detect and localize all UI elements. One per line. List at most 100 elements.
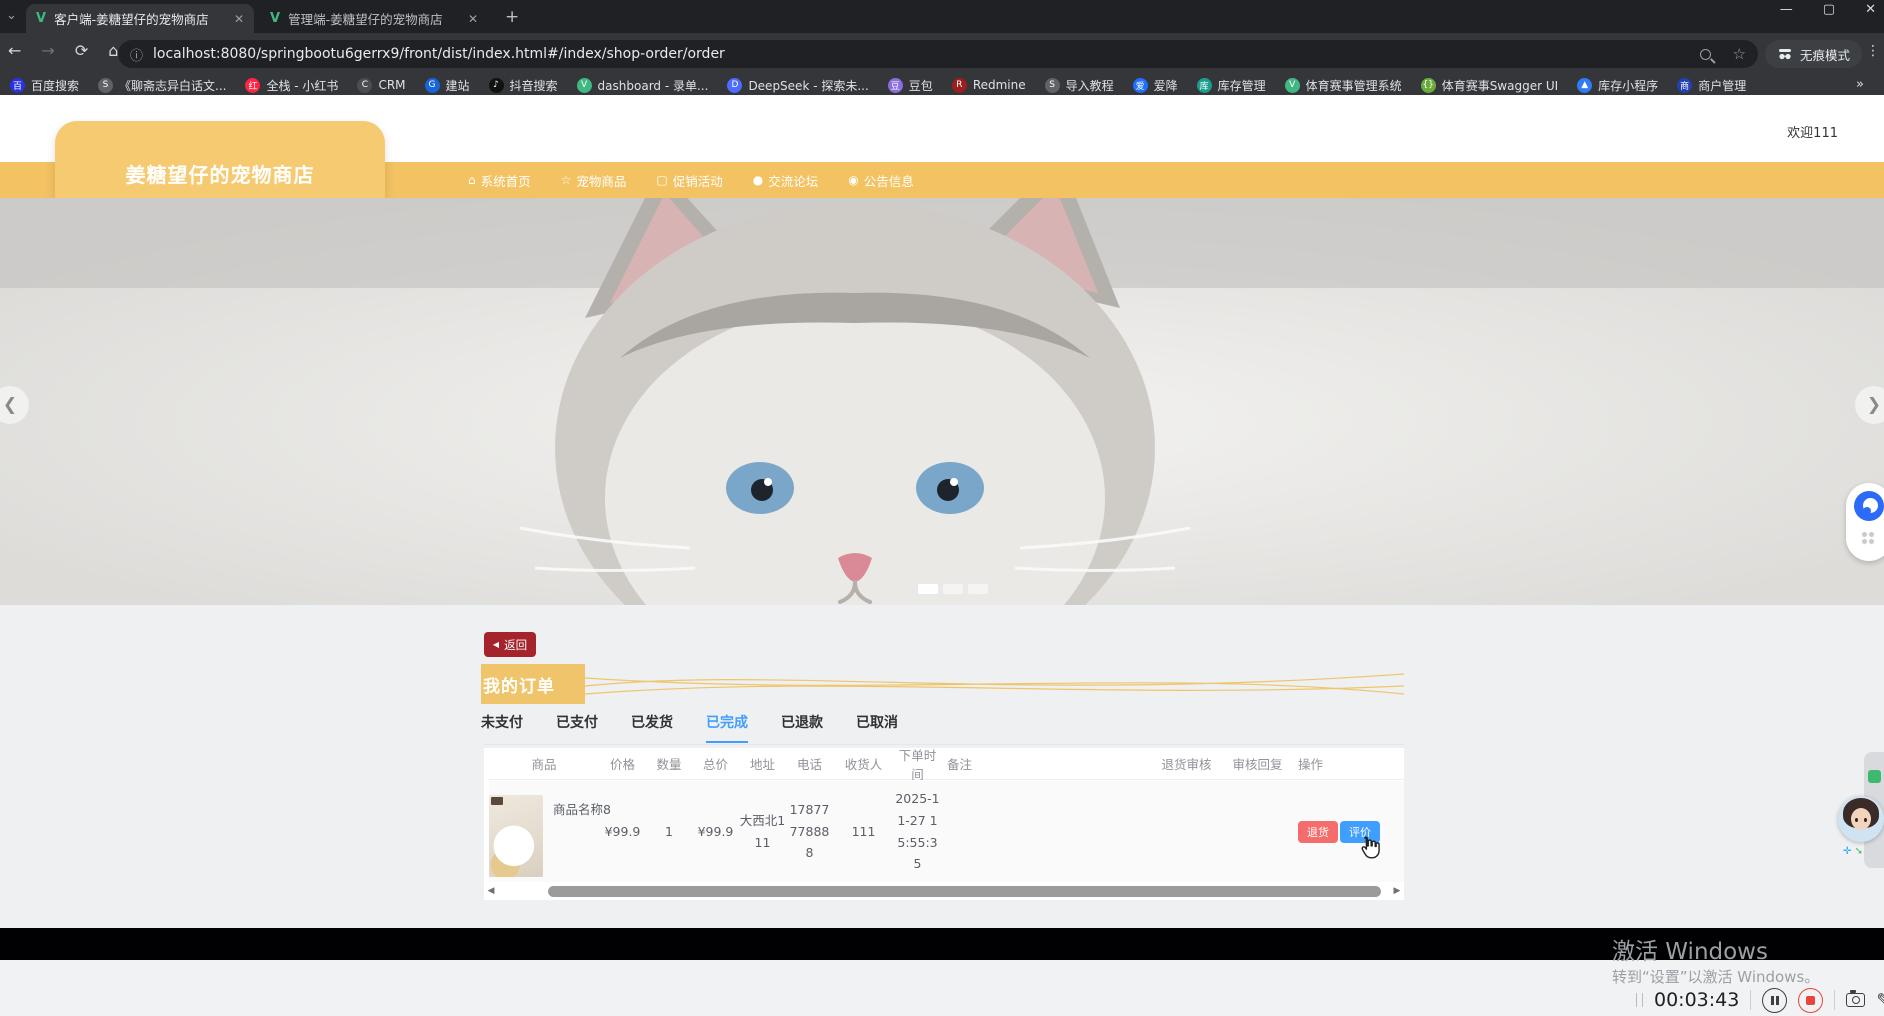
scroll-left-icon[interactable]: ◀ (484, 886, 498, 896)
site-info-icon[interactable]: ⓘ (130, 45, 143, 64)
carousel-dot[interactable] (943, 584, 963, 594)
total-cell: ¥99.9 (697, 823, 734, 839)
browser-menu-icon[interactable]: ⋮ (1866, 43, 1880, 59)
url-text[interactable]: localhost:8080/springbootu6gerrx9/front/… (153, 46, 1700, 62)
assistant-drag-dots-icon[interactable] (1861, 531, 1875, 545)
carousel-dot[interactable] (968, 584, 988, 594)
annotate-pen-icon[interactable]: ✎ (1876, 990, 1884, 1011)
forward-button[interactable]: → (41, 41, 54, 60)
nav-menu-item[interactable]: ● 交流论坛 (747, 171, 825, 190)
nav-item-label: 促销活动 (672, 173, 723, 189)
screenshot-camera-icon[interactable] (1846, 990, 1866, 1007)
zoom-icon[interactable] (1699, 48, 1711, 60)
url-bar[interactable]: ⓘ localhost:8080/springbootu6gerrx9/fron… (118, 40, 1758, 68)
nav-menu-item[interactable]: ☆ 宠物商品 (555, 171, 633, 190)
bookmark-item[interactable]: G 建站 (424, 77, 470, 94)
minimize-button[interactable]: — (1780, 2, 1793, 17)
order-status-tab-label: 已发货 (631, 715, 673, 731)
nav-item-icon: ● (752, 173, 764, 187)
nav-menu-item[interactable]: ▢ 促销活动 (650, 171, 728, 190)
bookmark-item[interactable]: D DeepSeek - 探索未... (727, 77, 869, 94)
phone-cell: 17877778888 (789, 801, 830, 861)
bookmark-favicon: S (1044, 77, 1060, 93)
screen: ⌄ V 客户端-姜糖望仔的宠物商店 ✕ V 管理端-姜糖望仔的宠物商店 ✕ + … (0, 0, 1884, 1016)
site-footer (0, 928, 1884, 960)
order-status-tab[interactable]: 已发货 (631, 712, 673, 743)
new-tab-button[interactable]: + (505, 7, 519, 27)
carousel-indicators (918, 584, 988, 594)
maximize-button[interactable]: ▢ (1823, 2, 1835, 17)
order-status-tab[interactable]: 未支付 (481, 712, 523, 743)
browser-tab-admin[interactable]: V 管理端-姜糖望仔的宠物商店 ✕ (260, 4, 488, 33)
bookmark-item[interactable]: 商 商户管理 (1677, 77, 1746, 94)
bookmark-label: 爱降 (1153, 78, 1178, 93)
bookmark-item[interactable]: S 《聊斋志异白话文... (98, 77, 226, 94)
order-status-tab-label: 已退款 (781, 715, 823, 731)
column-header: 商品 (531, 757, 557, 772)
side-tool-green-icon[interactable] (1868, 770, 1881, 783)
divider (1750, 990, 1752, 1010)
quantity-cell: 1 (665, 823, 673, 839)
tab-search-icon[interactable]: ⌄ (6, 8, 17, 23)
incognito-label: 无痕模式 (1799, 47, 1850, 63)
tabs-divider (484, 744, 1404, 745)
pause-recording-button[interactable] (1762, 987, 1788, 1013)
nav-menu-item[interactable]: ⌂ 系统首页 (462, 171, 537, 190)
back-to-previous-button[interactable]: ◀ 返回 (484, 632, 536, 657)
tab-close-icon[interactable]: ✕ (468, 12, 478, 26)
home-button[interactable]: ⌂ (108, 41, 118, 60)
table-horizontal-scrollbar[interactable]: ◀ ▶ (484, 882, 1404, 900)
assistant-avatar[interactable] (1838, 796, 1884, 842)
bookmark-item[interactable]: V dashboard - 录单... (576, 77, 708, 94)
bookmark-item[interactable]: 红 全栈 - 小红书 (245, 77, 338, 94)
order-status-tab[interactable]: 已退款 (781, 712, 823, 743)
bookmark-item[interactable]: 库 库存管理 (1196, 77, 1266, 94)
bookmark-label: 体育赛事Swagger UI (1441, 78, 1559, 93)
nav-menu-item[interactable]: ◉ 公告信息 (842, 171, 920, 190)
reload-button[interactable]: ⟳ (75, 41, 88, 60)
column-header: 收货人 (844, 757, 883, 772)
orders-table-header: 商品 价格 数量 总价 地址 电话 收货人 下单时间 备注 退货审核 审核回复 操作 (489, 748, 1404, 782)
cat-photo (0, 198, 1884, 605)
product-image[interactable] (489, 795, 543, 877)
order-status-tab[interactable]: 已取消 (856, 712, 898, 743)
order-status-tab[interactable]: 已支付 (556, 712, 598, 743)
order-action-button[interactable]: 退货 (1298, 820, 1338, 843)
scrollbar-thumb[interactable] (548, 886, 1381, 897)
order-status-tab-label: 已完成 (706, 715, 748, 731)
close-button[interactable]: ✕ (1865, 2, 1876, 17)
scroll-right-icon[interactable]: ▶ (1390, 886, 1404, 896)
divider (1834, 990, 1836, 1010)
nav-item-label: 公告信息 (863, 173, 914, 189)
nav-item-label: 交流论坛 (768, 173, 819, 189)
bookmark-item[interactable]: S 导入教程 (1044, 77, 1114, 94)
carousel-dot[interactable] (918, 584, 938, 594)
bookmark-favicon: V (1284, 77, 1300, 93)
bookmark-item[interactable]: {} 体育赛事Swagger UI (1420, 77, 1559, 94)
bookmark-item[interactable]: 百 百度搜索 (10, 77, 79, 94)
tab-close-icon[interactable]: ✕ (234, 12, 244, 26)
bookmark-favicon: 百 (10, 77, 25, 93)
browser-tab-client[interactable]: V 客户端-姜糖望仔的宠物商店 ✕ (26, 4, 254, 33)
incognito-chip[interactable]: 无痕模式 (1764, 40, 1862, 68)
bookmark-star-icon[interactable]: ☆ (1733, 45, 1746, 63)
product-cell: 商品名称8 (489, 781, 611, 882)
order-status-tab[interactable]: 已完成 (706, 712, 748, 743)
assistant-logo-icon[interactable] (1854, 491, 1884, 521)
mouse-cursor (1361, 836, 1380, 859)
back-button[interactable]: ← (8, 41, 21, 60)
bookmark-item[interactable]: C CRM (357, 77, 406, 93)
assistant-floating-pill[interactable] (1846, 483, 1884, 561)
bookmark-item[interactable]: 豆 豆包 (887, 77, 933, 94)
bookmark-item[interactable]: ♪ 抖音搜索 (488, 77, 558, 94)
scrollbar-track[interactable] (498, 885, 1390, 897)
bookmark-label: 导入教程 (1065, 78, 1114, 93)
stop-recording-button[interactable] (1798, 987, 1824, 1013)
bookmark-item[interactable]: V 体育赛事管理系统 (1284, 77, 1402, 94)
bookmark-item[interactable]: 爱 爱降 (1132, 77, 1178, 94)
bookmarks-overflow-icon[interactable]: » (1856, 77, 1876, 92)
recorder-drag-handle[interactable] (1636, 993, 1643, 1007)
orders-section-title: 我的订单 (481, 664, 585, 704)
bookmark-item[interactable]: R Redmine (951, 77, 1026, 93)
bookmark-item[interactable]: ▲ 库存小程序 (1577, 77, 1658, 94)
